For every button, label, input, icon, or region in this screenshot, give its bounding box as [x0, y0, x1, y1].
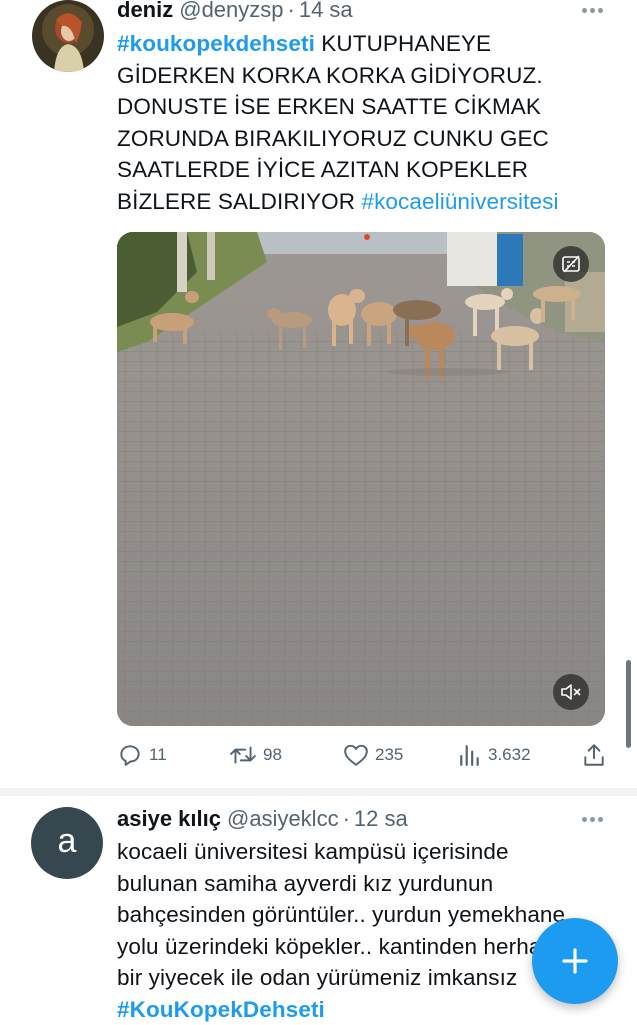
- separator-dot: ·: [342, 806, 350, 831]
- tweet-time[interactable]: 12 sa: [354, 806, 408, 832]
- muted-speaker-icon: [561, 684, 581, 700]
- views-icon: [460, 745, 479, 766]
- author-handle[interactable]: @denyzsp: [179, 0, 283, 23]
- compose-tweet-button[interactable]: [532, 918, 618, 1004]
- hashtag-link[interactable]: #KouKopekDehseti: [117, 997, 325, 1022]
- views-button[interactable]: 3.632: [458, 743, 582, 767]
- scrollbar[interactable]: [626, 660, 631, 748]
- like-button[interactable]: 235: [343, 743, 458, 767]
- tweet-text: #koukopekdehseti KUTUPHANEYE GİDERKEN KO…: [117, 28, 597, 217]
- tweet-text: kocaeli üniversitesi kampüsü içerisinde …: [117, 836, 587, 1025]
- video-frame: [117, 232, 605, 726]
- author-name[interactable]: asiye kılıç: [117, 806, 221, 832]
- retweet-button[interactable]: 98: [229, 742, 343, 768]
- heart-icon: [344, 744, 368, 766]
- hashtag-link[interactable]: #koukopekdehseti: [117, 31, 315, 56]
- avatar-letter: a: [57, 822, 77, 860]
- tweet-2[interactable]: a asiye kılıç @asiyeklcc · 12 sa kocaeli…: [0, 796, 637, 1024]
- reply-icon: [120, 745, 140, 766]
- more-options-icon[interactable]: [582, 6, 608, 14]
- retweet-count: 98: [263, 745, 282, 764]
- tweet-header: asiye kılıç @asiyeklcc · 12 sa: [117, 804, 607, 834]
- views-count: 3.632: [488, 745, 531, 764]
- closed-captions-button[interactable]: [553, 246, 589, 282]
- author-handle[interactable]: @asiyeklcc: [227, 806, 339, 832]
- author-name[interactable]: deniz: [117, 0, 173, 23]
- reply-count: 11: [149, 745, 167, 764]
- tweet-header: deniz @denyzsp · 14 sa: [117, 0, 607, 25]
- closed-captions-icon: [562, 255, 580, 273]
- mute-button[interactable]: [553, 674, 589, 710]
- share-icon: [584, 744, 604, 766]
- video-player[interactable]: [117, 232, 605, 726]
- reply-button[interactable]: 11: [117, 742, 229, 768]
- tweet-actions: 11 98 235 3.632: [117, 738, 607, 772]
- tweet-text-body: KUTUPHANEYE GİDERKEN KORKA KORKA GİDİYOR…: [117, 31, 549, 214]
- avatar-image: [32, 0, 104, 72]
- retweet-icon: [230, 746, 256, 764]
- avatar[interactable]: [32, 0, 104, 72]
- share-button[interactable]: [582, 742, 606, 768]
- tweet-1[interactable]: deniz @denyzsp · 14 sa #koukopekdehseti …: [0, 0, 637, 790]
- tweet-text-body: kocaeli üniversitesi kampüsü içerisinde …: [117, 839, 572, 990]
- more-options-icon[interactable]: [582, 815, 608, 823]
- separator-dot: ·: [287, 0, 295, 22]
- like-count: 235: [375, 745, 404, 764]
- tweet-divider: [0, 788, 637, 796]
- hashtag-link[interactable]: #kocaeliüniversitesi: [361, 189, 558, 214]
- plus-icon: [562, 948, 588, 974]
- tweet-time[interactable]: 14 sa: [299, 0, 353, 23]
- avatar[interactable]: a: [31, 807, 103, 879]
